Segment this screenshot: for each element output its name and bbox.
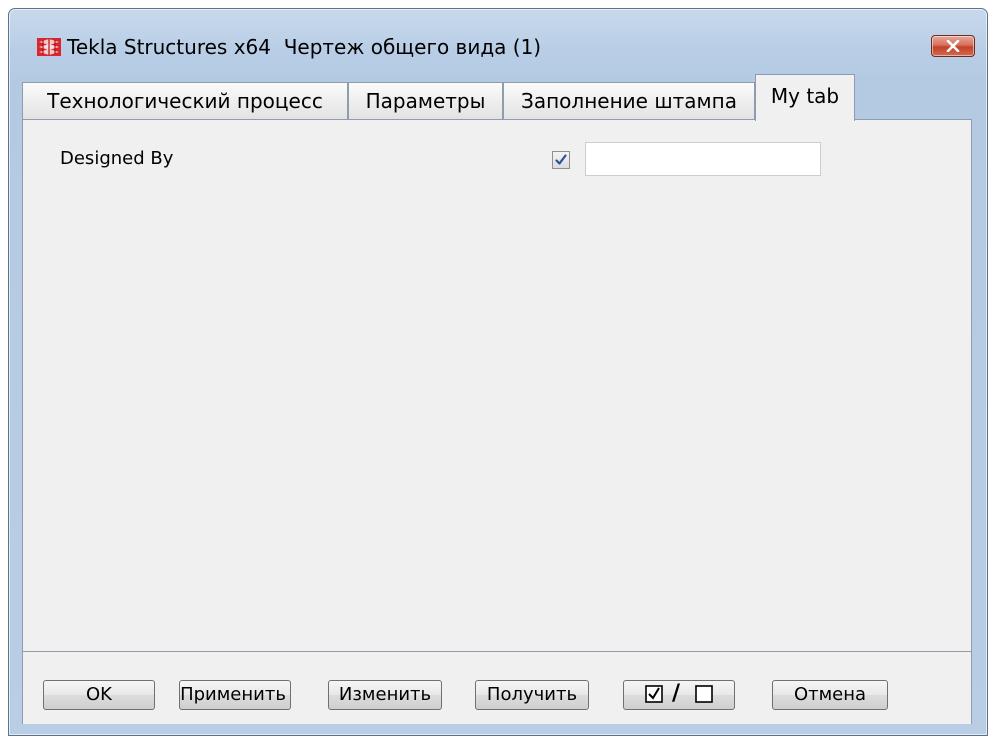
tab-process[interactable]: Технологический процесс (22, 82, 348, 120)
tab-title-block[interactable]: Заполнение штампа (503, 82, 755, 120)
designed-by-checkbox[interactable] (552, 151, 570, 169)
tekla-logo-icon (37, 36, 61, 58)
check-all-uncheck-all-icon: / (642, 681, 716, 707)
close-button[interactable] (931, 35, 975, 57)
modify-button[interactable]: Изменить (328, 680, 442, 710)
cancel-button[interactable]: Отмена (772, 680, 888, 710)
tab-parameters[interactable]: Параметры (348, 82, 503, 120)
checkmark-icon (555, 154, 567, 165)
window-title: Tekla Structures x64 Чертеж общего вида … (67, 35, 542, 59)
tab-strip: Технологический процесс Параметры Заполн… (22, 74, 972, 121)
tab-panel: Designed By (22, 119, 972, 652)
get-button[interactable]: Получить (475, 680, 589, 710)
close-icon (946, 40, 960, 52)
title-bar[interactable]: Tekla Structures x64 Чертеж общего вида … (9, 9, 987, 73)
designed-by-label: Designed By (60, 148, 174, 169)
tab-my-tab[interactable]: My tab (755, 74, 855, 121)
apply-button[interactable]: Применить (179, 680, 291, 710)
button-bar: OK Применить Изменить Получить / Отмена (22, 652, 972, 724)
toggle-separator: / (672, 681, 681, 706)
designed-by-input[interactable] (585, 142, 821, 176)
ok-button[interactable]: OK (43, 680, 155, 710)
toggle-all-checkboxes-button[interactable]: / (623, 680, 735, 710)
